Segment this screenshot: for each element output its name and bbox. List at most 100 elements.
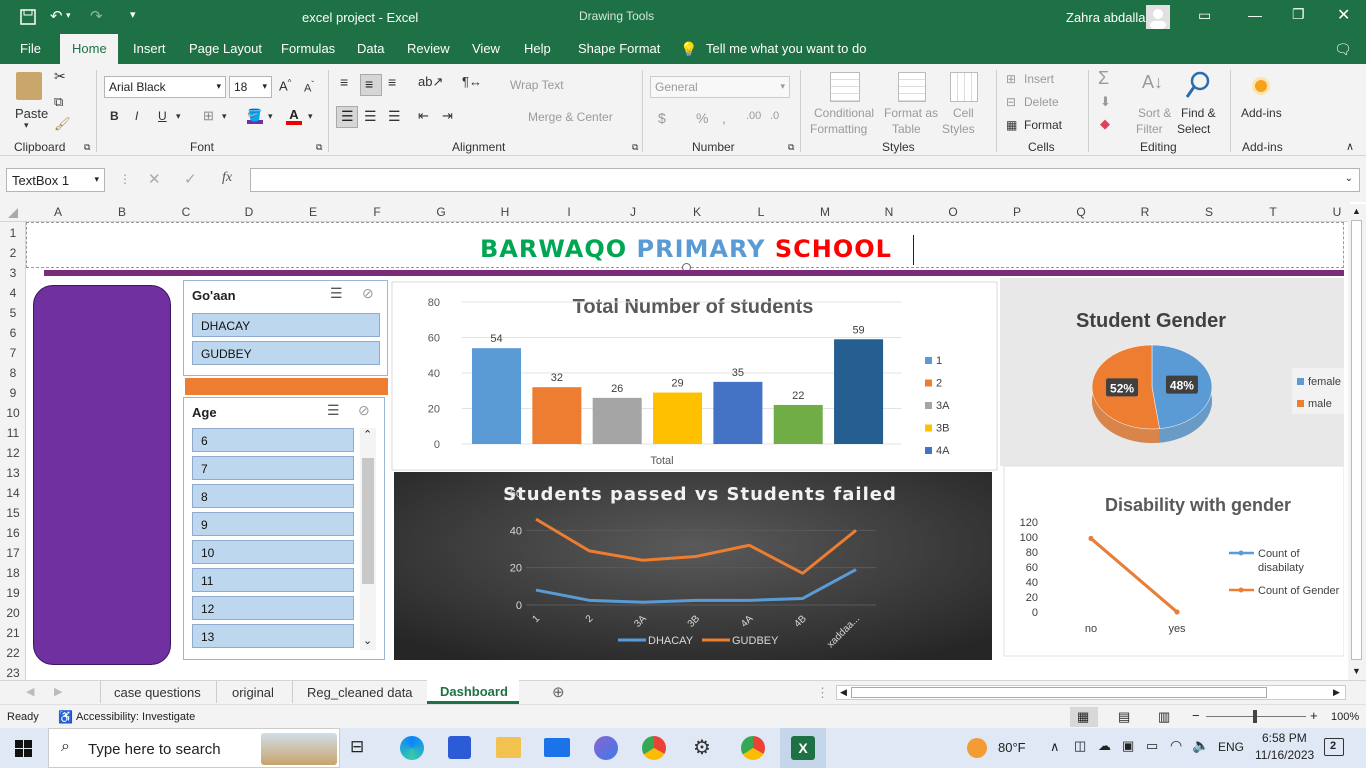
edge-icon[interactable] [400, 736, 424, 760]
font-launcher-icon[interactable]: ⧉ [316, 142, 322, 153]
scroll-down-icon[interactable]: ▼ [1352, 666, 1361, 676]
underline-icon[interactable]: U [158, 109, 167, 123]
wifi-icon[interactable]: ◠ [1170, 737, 1182, 754]
weather-icon[interactable] [967, 738, 987, 758]
row-header[interactable]: 2 [0, 246, 26, 260]
scroll-thumb[interactable] [1351, 220, 1362, 660]
copilot-icon[interactable] [594, 736, 618, 760]
column-header[interactable]: U [1327, 205, 1347, 219]
row-header[interactable]: 10 [0, 406, 26, 420]
sort-filter-label-1[interactable]: Sort & [1138, 106, 1171, 120]
user-name[interactable]: Zahra abdalla [1066, 10, 1146, 25]
column-header[interactable]: G [431, 205, 451, 219]
row-header[interactable]: 11 [0, 426, 26, 440]
file-explorer-icon[interactable] [496, 737, 521, 758]
scroll-thumb[interactable] [851, 687, 1267, 698]
row-header[interactable]: 15 [0, 506, 26, 520]
row-header[interactable]: 14 [0, 486, 26, 500]
orientation-icon[interactable]: ab↗ [418, 74, 443, 90]
column-header[interactable]: T [1263, 205, 1283, 219]
expand-formula-icon[interactable]: ⌄ [1345, 173, 1353, 184]
number-launcher-icon[interactable]: ⧉ [788, 142, 794, 153]
row-header[interactable]: 6 [0, 326, 26, 340]
tab-file[interactable]: File [20, 41, 41, 56]
cell-styles-label-2[interactable]: Styles [942, 122, 975, 136]
middle-align-icon[interactable]: ≡ [360, 74, 382, 96]
cut-icon[interactable]: ✂ [54, 68, 66, 85]
mail-icon[interactable] [544, 738, 570, 757]
chrome-icon[interactable] [741, 736, 765, 760]
customize-qat-icon[interactable]: ▾ [130, 8, 136, 21]
column-header[interactable]: J [623, 205, 643, 219]
paste-button[interactable]: Paste [15, 106, 48, 121]
chrome-icon[interactable] [642, 736, 666, 760]
column-header[interactable]: A [48, 205, 68, 219]
row-header[interactable]: 19 [0, 586, 26, 600]
text-direction-icon[interactable]: ¶↔ [462, 74, 482, 89]
underline-dropdown-icon[interactable]: ▾ [176, 111, 181, 122]
zoom-thumb[interactable] [1253, 710, 1257, 723]
select-all-icon[interactable] [8, 208, 18, 218]
conditional-formatting-label-2[interactable]: Formatting [810, 122, 867, 136]
windows-start-icon[interactable] [15, 740, 32, 757]
collapse-ribbon-icon[interactable]: ∧ [1346, 140, 1354, 153]
delete-cells-button[interactable]: Delete [1024, 95, 1059, 109]
clear-icon[interactable]: ◆ [1100, 116, 1110, 132]
zoom-level[interactable]: 100% [1331, 711, 1359, 723]
row-header[interactable]: 20 [0, 606, 26, 620]
find-select-label-2[interactable]: Select [1177, 122, 1210, 136]
tray-meet-icon[interactable]: ◫ [1074, 738, 1086, 754]
row-header[interactable]: 4 [0, 286, 26, 300]
tab-review[interactable]: Review [407, 41, 450, 56]
tab-view[interactable]: View [472, 41, 500, 56]
row-header[interactable]: 5 [0, 306, 26, 320]
clock-time[interactable]: 6:58 PM [1262, 731, 1307, 745]
top-align-icon[interactable]: ≡ [340, 74, 348, 90]
font-color-icon[interactable]: A [286, 107, 302, 125]
font-size-box[interactable]: 18 ▾ [229, 76, 272, 98]
zoom-out-icon[interactable]: − [1192, 708, 1200, 723]
font-color-dropdown-icon[interactable]: ▾ [308, 111, 313, 122]
row-header[interactable]: 16 [0, 526, 26, 540]
column-header[interactable]: I [559, 205, 579, 219]
undo-icon[interactable]: ↶ [50, 7, 63, 25]
tab-page-layout[interactable]: Page Layout [189, 41, 262, 56]
row-header[interactable]: 22 [0, 646, 26, 660]
row-header[interactable]: 18 [0, 566, 26, 580]
tab-data[interactable]: Data [357, 41, 384, 56]
increase-font-icon[interactable]: A^ [279, 78, 291, 93]
column-header[interactable]: N [879, 205, 899, 219]
fill-color-icon[interactable]: 🪣 [247, 108, 263, 124]
font-name-box[interactable]: Arial Black ▾ [104, 76, 226, 98]
borders-dropdown-icon[interactable]: ▾ [222, 111, 227, 122]
taskbar-search[interactable]: ⌕ Type here to search [48, 728, 340, 768]
column-header[interactable]: K [687, 205, 707, 219]
name-box[interactable]: TextBox 1 ▾ [6, 168, 105, 192]
paste-icon[interactable] [16, 72, 42, 100]
column-header[interactable]: E [303, 205, 323, 219]
column-header[interactable]: H [495, 205, 515, 219]
avatar[interactable] [1146, 5, 1170, 29]
decrease-font-icon[interactable]: Aˇ [304, 80, 314, 95]
comments-icon[interactable]: 🗨 [1334, 41, 1352, 58]
column-header[interactable]: O [943, 205, 963, 219]
clock-date[interactable]: 11/16/2023 [1255, 748, 1314, 762]
wrap-text-button[interactable]: Wrap Text [510, 78, 564, 92]
format-table-label-1[interactable]: Format as [884, 106, 938, 120]
addins-button[interactable]: Add-ins [1241, 106, 1282, 120]
vertical-scrollbar[interactable]: ▲ ▼ [1348, 204, 1366, 680]
row-header[interactable]: 8 [0, 366, 26, 380]
column-header[interactable]: M [815, 205, 835, 219]
sheet-tab[interactable]: case questions [114, 685, 201, 700]
row-header[interactable]: 13 [0, 466, 26, 480]
format-painter-icon[interactable]: 🖌 [54, 116, 71, 132]
decrease-indent-icon[interactable]: ⇤ [418, 108, 429, 124]
merge-center-button[interactable]: Merge & Center [528, 110, 613, 124]
scroll-left-icon[interactable]: ◀ [840, 687, 847, 698]
paste-dropdown-icon[interactable]: ▾ [24, 120, 29, 131]
column-header[interactable]: Q [1071, 205, 1091, 219]
tell-me-search[interactable]: Tell me what you want to do [706, 41, 866, 56]
alignment-launcher-icon[interactable]: ⧉ [632, 142, 638, 153]
notifications-icon[interactable]: 2 [1324, 738, 1344, 756]
battery-icon[interactable]: ▭ [1146, 738, 1158, 754]
